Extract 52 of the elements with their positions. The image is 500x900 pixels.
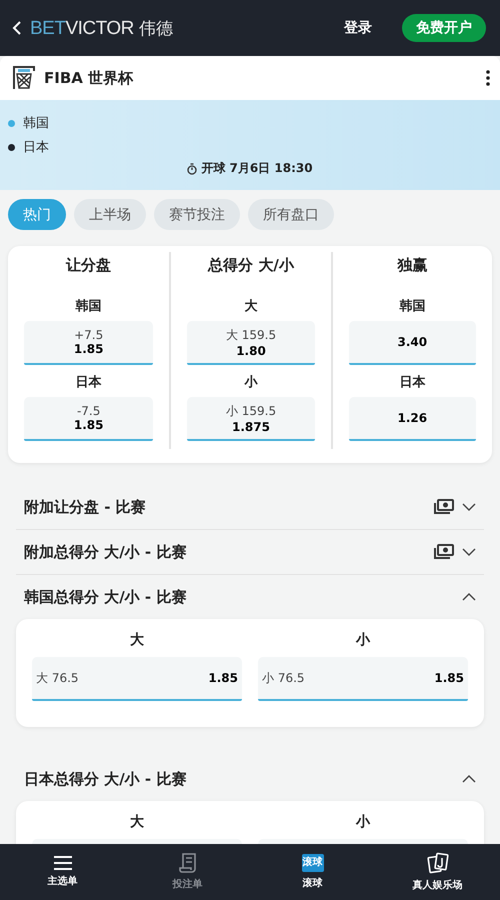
nav-item[interactable]: 滚球 滚球: [250, 844, 375, 900]
chevron-up-icon[interactable]: [462, 775, 476, 783]
logo: BETVICTOR 伟德: [30, 16, 174, 40]
selection-label: 小: [356, 631, 370, 649]
selection-label: 大: [130, 813, 144, 831]
market-section-header[interactable]: 附加总得分 大/小 - 比赛: [16, 530, 484, 575]
odds-button[interactable]: 小 76.5 1.85: [258, 657, 468, 701]
odds-button[interactable]: -7.5 1.85: [24, 397, 154, 441]
market-title: 让分盘: [66, 256, 112, 275]
competition-title: FIBA 世界杯: [44, 68, 134, 88]
selection-label: 日本: [76, 374, 102, 391]
market-title: 独赢: [397, 256, 428, 275]
market-tab[interactable]: 赛节投注: [154, 199, 240, 230]
cash-icon: [434, 544, 454, 560]
odds-button[interactable]: +7.5 1.85: [24, 321, 154, 365]
selection-label: 大: [244, 298, 258, 315]
basketball-hoop-icon: [12, 65, 36, 91]
live-icon: 滚球: [302, 854, 324, 872]
odds-button[interactable]: 1.26: [348, 397, 476, 441]
signup-button[interactable]: 免费开户: [402, 14, 486, 42]
login-button[interactable]: 登录: [340, 15, 376, 41]
more-icon[interactable]: [486, 70, 490, 86]
nav-item[interactable]: 真人娱乐场: [375, 844, 500, 900]
stopwatch-icon: [187, 162, 198, 174]
selection-label: 韩国: [76, 298, 102, 315]
cash-icon: [434, 499, 454, 515]
team-name: 日本: [23, 139, 49, 156]
receipt-icon: [178, 853, 196, 873]
nav-item[interactable]: 主选单: [0, 844, 125, 900]
market-tab[interactable]: 所有盘口: [248, 199, 334, 230]
chevron-up-icon[interactable]: [462, 593, 476, 601]
odds-button[interactable]: 3.40: [348, 321, 476, 365]
market-section-header[interactable]: 附加让分盘 - 比赛: [16, 485, 484, 530]
back-icon[interactable]: [12, 20, 22, 36]
selection-label: 大: [130, 631, 144, 649]
menu-icon: [52, 856, 72, 870]
odds-button[interactable]: 大 76.5 1.85: [32, 657, 242, 701]
selection-label: 小: [356, 813, 370, 831]
team-name: 韩国: [23, 115, 49, 132]
selection-label: 韩国: [399, 298, 426, 315]
odds-button[interactable]: 大 159.5 1.80: [187, 321, 315, 365]
market-section-header[interactable]: 日本总得分 大/小 - 比赛: [16, 757, 484, 801]
chevron-down-icon[interactable]: [462, 503, 476, 511]
selection-label: 小: [244, 374, 258, 391]
playing-cards-icon: [426, 852, 448, 874]
kickoff-time: 开球 7月6日 18:30: [201, 160, 313, 177]
market-title: 总得分 大/小: [208, 256, 294, 275]
market-section-header[interactable]: 韩国总得分 大/小 - 比赛: [16, 575, 484, 619]
odds-button[interactable]: 小 159.5 1.875: [187, 397, 315, 441]
chevron-down-icon[interactable]: [462, 548, 476, 556]
market-tab[interactable]: 上半场: [74, 199, 146, 230]
selection-label: 日本: [399, 374, 426, 391]
